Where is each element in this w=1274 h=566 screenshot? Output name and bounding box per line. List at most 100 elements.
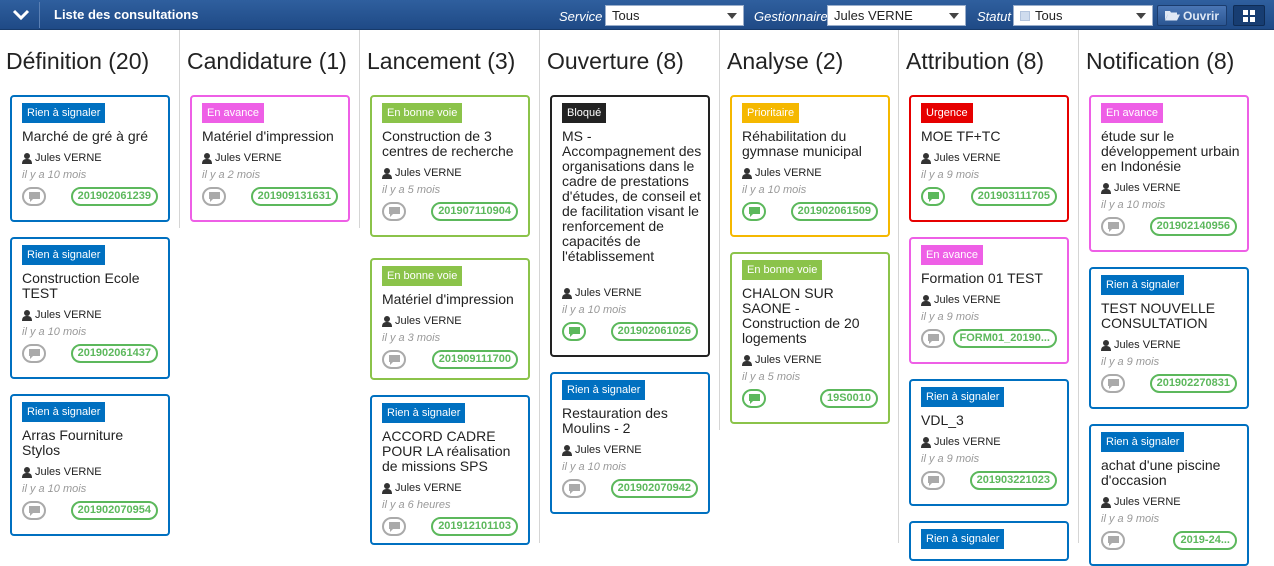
card-title: Matériel d'impression [202,128,334,144]
consultation-card[interactable]: En bonne voie CHALON SUR SAONE - Construc… [730,252,890,424]
card-time: il y a 9 mois [921,169,980,181]
user-icon [742,354,752,366]
user-name: Jules VERNE [934,294,1001,306]
status-badge: En bonne voie [382,266,463,286]
card-user: Jules VERNE [1101,339,1181,351]
grid-view-button[interactable] [1233,5,1265,26]
card-time: il y a 10 mois [22,483,87,495]
column-title: Analyse (2) [727,48,844,74]
comments-button[interactable] [382,202,406,221]
card-user: Jules VERNE [1101,182,1181,194]
user-name: Jules VERNE [934,152,1001,164]
card-title: étude sur le développement urbain en Ind… [1101,128,1240,174]
status-select[interactable]: Tous [1013,5,1153,26]
user-icon [382,315,392,327]
card-title: Formation 01 TEST [921,270,1043,286]
comments-button[interactable] [921,187,945,206]
comments-button[interactable] [742,202,766,221]
comments-button[interactable] [742,389,766,408]
checkbox-icon [1020,11,1030,21]
manager-value: Jules VERNE [834,8,913,23]
column-title: Notification (8) [1086,48,1235,74]
comment-icon [568,483,580,494]
comments-button[interactable] [22,501,46,520]
reference-badge: 201912101103 [431,517,518,536]
consultation-card[interactable]: En bonne voie Matériel d'impression Jules … [370,258,530,380]
open-button[interactable]: Ouvrir [1157,5,1227,26]
status-badge: Rien à signaler [22,103,106,123]
chevron-down-icon [949,13,959,19]
consultation-card[interactable]: Rien à signaler [909,521,1069,561]
status-badge: Prioritaire [742,103,800,123]
collapse-button[interactable] [2,2,40,28]
card-user: Jules VERNE [921,436,1001,448]
reference-badge: 19S0010 [819,389,878,408]
card-title: MOE TF+TC [921,128,1001,144]
card-title: Construction de 3 centres de recherche [382,128,514,159]
comments-button[interactable] [22,187,46,206]
comment-icon [748,393,760,404]
comment-icon [388,521,400,532]
user-name: Jules VERNE [575,287,642,299]
comments-button[interactable] [22,344,46,363]
card-title: achat d'une piscine d'occasion [1101,457,1221,488]
user-name: Jules VERNE [755,354,822,366]
user-icon [921,294,931,306]
column-title: Lancement (3) [367,48,516,74]
user-name: Jules VERNE [934,436,1001,448]
user-icon [22,152,32,164]
service-value: Tous [612,8,640,23]
status-badge: Rien à signaler [921,387,1005,407]
consultation-card[interactable]: Rien à signaler Marché de gré à gré Jules … [10,95,170,222]
status-value: Tous [1035,8,1063,23]
comments-button[interactable] [921,329,945,348]
user-icon [1101,182,1111,194]
service-label: Service [559,9,603,24]
consultation-card[interactable]: Bloqué MS - Accompagnement des organisati… [550,95,710,357]
consultation-card[interactable]: Rien à signaler TEST NOUVELLE CONSULTATIO… [1089,267,1249,409]
reference-badge: 201902061509 [790,202,878,221]
comments-button[interactable] [562,322,586,341]
user-icon [22,309,32,321]
consultation-card[interactable]: Rien à signaler achat d'une piscine d'occ… [1089,424,1249,566]
reference-badge: 201902070954 [70,501,158,520]
comments-button[interactable] [562,479,586,498]
reference-badge: 201907110904 [431,202,518,221]
user-icon [562,287,572,299]
comment-icon [568,326,580,337]
card-user: Jules VERNE [22,152,102,164]
card-time: il y a 9 mois [1101,356,1160,368]
top-bar: Liste des consultations Service Tous Ges… [0,0,1274,30]
status-badge: En avance [1101,103,1163,123]
comments-button[interactable] [1101,217,1125,236]
comment-icon [208,191,220,202]
card-time: il y a 9 mois [921,311,980,323]
manager-select[interactable]: Jules VERNE [827,5,966,26]
consultation-card[interactable]: Rien à signaler Restauration des Moulins … [550,372,710,514]
consultation-card[interactable]: En bonne voie Construction de 3 centres d… [370,95,530,237]
consultation-card[interactable]: En avance étude sur le développement urba… [1089,95,1249,252]
card-time: il y a 3 mois [382,332,441,344]
status-badge: En bonne voie [742,260,823,280]
status-badge: En bonne voie [382,103,463,123]
comments-button[interactable] [1101,374,1125,393]
card-time: il y a 9 mois [1101,513,1160,525]
card-user: Jules VERNE [562,444,642,456]
consultation-card[interactable]: En avance Matériel d'impression Jules VERN… [190,95,350,222]
consultation-card[interactable]: Prioritaire Réhabilitation du gymnase mun… [730,95,890,237]
manager-label: Gestionnaire [754,9,828,24]
column-title: Définition (20) [6,48,150,74]
consultation-card[interactable]: Urgence MOE TF+TC Jules VERNE il y a 9 mois… [909,95,1069,222]
consultation-card[interactable]: Rien à signaler Arras Fourniture Stylos Ju… [10,394,170,536]
comments-button[interactable] [202,187,226,206]
comments-button[interactable] [382,350,406,369]
consultation-card[interactable]: Rien à signaler ACCORD CADRE POUR LA réal… [370,395,530,545]
consultation-card[interactable]: Rien à signaler VDL_3 Jules VERNE il y a 9 … [909,379,1069,506]
comments-button[interactable] [382,517,406,536]
consultation-card[interactable]: En avance Formation 01 TEST Jules VERNE il … [909,237,1069,364]
service-select[interactable]: Tous [605,5,744,26]
comments-button[interactable] [1101,531,1125,550]
user-name: Jules VERNE [35,309,102,321]
consultation-card[interactable]: Rien à signaler Construction Ecole TEST Ju… [10,237,170,379]
comments-button[interactable] [921,471,945,490]
